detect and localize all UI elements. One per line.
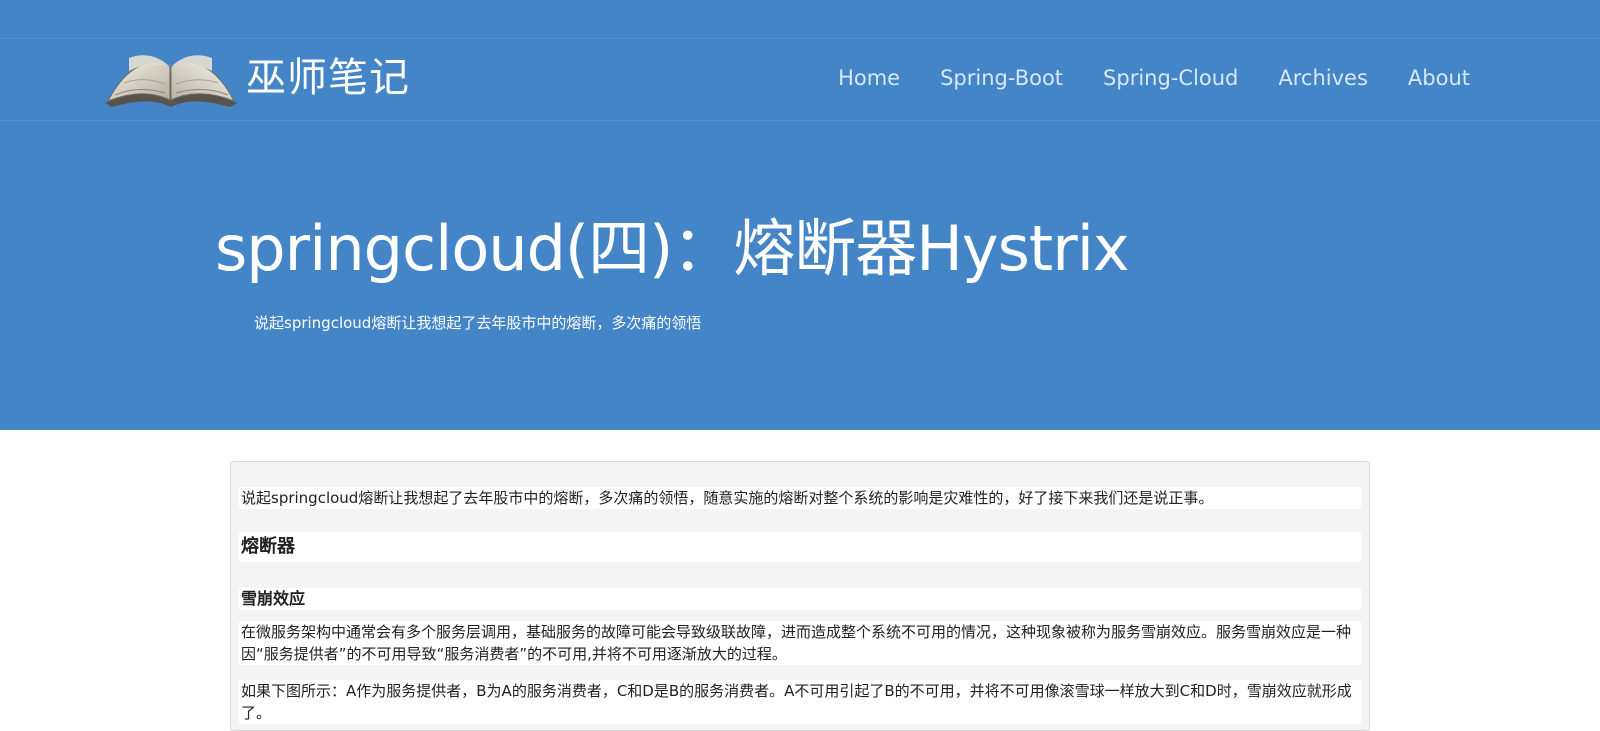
post-subtitle: 说起springcloud熔断让我想起了去年股市中的熔断，多次痛的领悟: [254, 314, 702, 332]
nav-archives-link[interactable]: Archives: [1278, 68, 1368, 89]
article-intro-paragraph: 说起springcloud熔断让我想起了去年股市中的熔断，多次痛的领悟，随意实施…: [239, 487, 1361, 509]
hero-header: 巫师笔记 Home Spring-Boot Spring-Cloud Archi…: [0, 0, 1600, 430]
main-navigation: Home Spring-Boot Spring-Cloud Archives A…: [838, 68, 1470, 89]
post-title: springcloud(四)：熔断器Hystrix: [215, 212, 1130, 285]
article-content: 说起springcloud熔断让我想起了去年股市中的熔断，多次痛的领悟，随意实施…: [230, 461, 1370, 731]
open-book-icon: [105, 55, 237, 107]
nav-about-link[interactable]: About: [1408, 68, 1470, 89]
site-title: 巫师笔记: [246, 55, 410, 101]
site-brand-link[interactable]: 巫师笔记: [100, 46, 410, 110]
nav-home-link[interactable]: Home: [838, 68, 900, 89]
section-heading-avalanche-effect: 雪崩效应: [239, 588, 1361, 610]
nav-spring-cloud-link[interactable]: Spring-Cloud: [1103, 68, 1238, 89]
section-heading-circuit-breaker: 熔断器: [239, 531, 1361, 562]
article-paragraph-example: 如果下图所示：A作为服务提供者，B为A的服务消费者，C和D是B的服务消费者。A不…: [239, 680, 1361, 724]
navigation-divider: [0, 120, 1600, 121]
top-divider: [0, 38, 1600, 39]
article-paragraph-avalanche: 在微服务架构中通常会有多个服务层调用，基础服务的故障可能会导致级联故障，进而造成…: [239, 621, 1361, 665]
nav-spring-boot-link[interactable]: Spring-Boot: [940, 68, 1063, 89]
